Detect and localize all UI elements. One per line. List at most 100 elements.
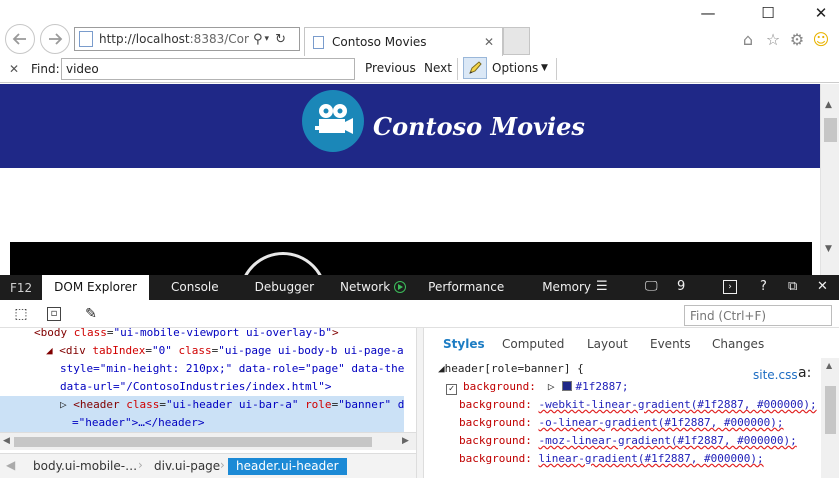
feedback-smiley-icon[interactable]: ☺ <box>810 30 832 49</box>
scroll-down-icon[interactable]: ▼ <box>825 244 832 254</box>
scroll-left-icon[interactable]: ◀ <box>3 436 10 446</box>
play-icon <box>394 281 407 293</box>
rule-source-link[interactable]: site.css <box>753 368 798 382</box>
play-ring-icon <box>239 252 327 275</box>
select-element-icon[interactable]: ⬚ <box>12 305 30 323</box>
color-swatch[interactable] <box>562 381 573 391</box>
gear-icon[interactable]: ⚙ <box>786 30 808 49</box>
search-icon[interactable]: ⚲ <box>253 32 263 47</box>
address-url[interactable]: http://localhost:8383/Conto <box>99 32 249 46</box>
checkbox-checked-icon[interactable]: ✓ <box>446 384 457 395</box>
breadcrumb-left-icon[interactable]: ◀ <box>6 458 15 472</box>
attr-value: "ui-header ui-bar-a" <box>165 398 299 411</box>
dom-node-div-cont: data-url="/ContosoIndustries/index.html"… <box>60 378 416 396</box>
more-tabs-icon[interactable]: ☰ <box>596 279 608 294</box>
tab-network[interactable]: Network <box>328 275 407 300</box>
scroll-up-icon[interactable]: ▲ <box>825 100 832 110</box>
decl-value: -moz-linear-gradient(#1f2887, #000000); <box>538 434 797 447</box>
tab-events[interactable]: Events <box>650 337 691 351</box>
find-previous-button[interactable]: Previous <box>365 61 416 75</box>
dom-node-header-selected[interactable]: ▷ <header class="ui-header ui-bar-a" rol… <box>0 396 404 414</box>
tab-debugger[interactable]: Debugger <box>241 275 328 300</box>
movie-camera-icon <box>315 104 353 134</box>
find-next-button[interactable]: Next <box>424 61 452 75</box>
scroll-right-icon[interactable]: ▶ <box>402 436 409 446</box>
text-format-icon[interactable]: a: <box>798 365 811 381</box>
help-icon[interactable]: ? <box>760 279 767 294</box>
minimize-button[interactable]: — <box>693 4 723 22</box>
decl-property: background: <box>459 452 532 465</box>
attr-value: "ui-page ui-body-b ui-page-a <box>218 344 404 357</box>
page-icon <box>79 31 93 47</box>
attr-continuation: style="min-height: 210px;" data-role="pa… <box>60 362 405 375</box>
dom-node-div-cont: style="min-height: 210px;" data-role="pa… <box>60 360 416 378</box>
pane-splitter[interactable] <box>416 328 424 478</box>
devtools-tabbar: F12 DOM Explorer Console Debugger Networ… <box>0 275 839 300</box>
dom-find-input[interactable] <box>684 305 832 326</box>
style-declaration[interactable]: background: -moz-linear-gradient(#1f2887… <box>459 432 797 450</box>
breadcrumb-item[interactable]: div.ui-page <box>154 458 220 475</box>
tab-dom-explorer[interactable]: DOM Explorer <box>42 275 149 300</box>
eyedropper-icon[interactable]: ✎ <box>82 305 100 323</box>
favorites-star-icon[interactable]: ☆ <box>762 30 784 49</box>
styles-tabbar: Styles Computed Layout Events Changes <box>424 328 839 358</box>
styles-scrollbar[interactable]: ▲ <box>821 358 839 478</box>
close-window-button[interactable]: ✕ <box>806 4 836 22</box>
url-host: http://localhost <box>99 32 190 46</box>
find-input[interactable] <box>61 58 355 80</box>
tab-memory[interactable]: Memory <box>528 275 603 300</box>
style-declaration[interactable]: background: linear-gradient(#1f2887, #00… <box>459 450 764 468</box>
breadcrumb-separator-icon: › <box>138 458 143 472</box>
decl-property: background: <box>459 434 532 447</box>
forward-button[interactable] <box>40 24 70 54</box>
tab-changes[interactable]: Changes <box>712 337 764 351</box>
breadcrumb-item-active[interactable]: header.ui-header <box>228 458 347 475</box>
page-scrollbar[interactable]: ▲ ▼ <box>820 84 839 275</box>
decl-property: background: <box>459 398 532 411</box>
video-player[interactable] <box>10 242 812 275</box>
highlight-matches-button[interactable] <box>463 57 487 79</box>
tab-contoso-movies[interactable]: Contoso Movies ✕ <box>304 27 503 56</box>
attr-continuation: data-url="/ContosoIndustries/index.html"… <box>60 380 332 393</box>
scrollbar-thumb[interactable] <box>824 118 837 142</box>
dom-node-div[interactable]: ◢ <div tabIndex="0" class="ui-page ui-bo… <box>46 342 416 360</box>
dom-node-body[interactable]: <body class="ui-mobile-viewport ui-overl… <box>34 328 416 342</box>
style-declaration[interactable]: background: -webkit-linear-gradient(#1f2… <box>459 396 817 414</box>
tab-performance[interactable]: Performance <box>406 275 528 300</box>
tab-console[interactable]: Console <box>149 275 241 300</box>
dom-node-header-cont[interactable]: ="header">…</header> <box>0 414 404 432</box>
tab-network-label: Network <box>340 280 391 294</box>
maximize-icon: ☐ <box>761 4 775 22</box>
new-tab-button[interactable] <box>503 27 530 55</box>
scroll-up-icon[interactable]: ▲ <box>826 361 832 370</box>
close-devtools-icon[interactable]: ✕ <box>817 279 828 294</box>
address-bar[interactable]: http://localhost:8383/Conto ⚲ ▾ ↻ <box>74 27 300 51</box>
back-button[interactable] <box>5 24 35 54</box>
selector-text: header[role=banner] { <box>444 362 584 375</box>
highlight-element-icon[interactable]: ▫ <box>47 307 61 321</box>
chevron-down-icon[interactable]: ▾ <box>265 34 270 44</box>
tab-styles[interactable]: Styles <box>443 337 485 351</box>
tab-computed[interactable]: Computed <box>502 337 564 351</box>
style-declaration[interactable]: ✓ background: ▷ #1f2887; <box>446 378 628 396</box>
breadcrumb-item[interactable]: body.ui-mobile-… <box>33 458 137 475</box>
find-options-button[interactable]: Options <box>492 61 538 75</box>
emulation-monitor-icon[interactable]: 🖵 <box>645 279 658 294</box>
scrollbar-thumb[interactable] <box>14 437 372 447</box>
refresh-icon[interactable]: ↻ <box>275 32 286 47</box>
console-toggle-icon[interactable]: › <box>723 280 737 294</box>
scrollbar-thumb[interactable] <box>825 386 836 434</box>
rule-selector[interactable]: ◢header[role=banner] { <box>438 360 584 378</box>
find-bar-close-icon[interactable]: ✕ <box>9 62 19 76</box>
maximize-button[interactable]: ☐ <box>753 4 783 22</box>
tab-layout[interactable]: Layout <box>587 337 628 351</box>
page-viewport: Contoso Movies <box>0 84 820 275</box>
undock-icon[interactable]: ⧉ <box>788 279 797 294</box>
style-declaration[interactable]: background: -o-linear-gradient(#1f2887, … <box>459 414 784 432</box>
dom-horizontal-scrollbar[interactable]: ◀ ▶ <box>0 432 416 450</box>
decl-value: #1f2887; <box>575 380 629 393</box>
chevron-down-icon[interactable]: ▼ <box>541 63 548 73</box>
home-icon[interactable]: ⌂ <box>737 30 759 49</box>
tab-close-icon[interactable]: ✕ <box>484 35 494 49</box>
f12-label: F12 <box>10 280 33 295</box>
